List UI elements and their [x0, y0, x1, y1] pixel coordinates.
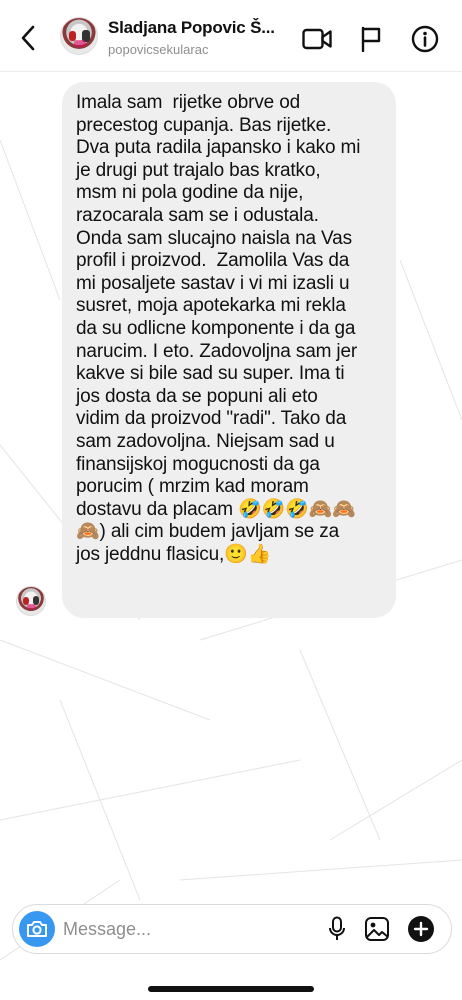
flag-icon [361, 26, 381, 52]
camera-button[interactable] [19, 911, 55, 947]
contact-username: popovicsekularac [108, 42, 209, 57]
plus-icon [408, 916, 434, 942]
back-button[interactable] [14, 22, 42, 54]
report-button[interactable] [356, 24, 386, 54]
camera-icon [27, 921, 47, 937]
info-icon [411, 25, 439, 53]
sender-avatar[interactable] [16, 586, 46, 616]
message-bubble[interactable]: Imala sam rijetke obrve od precestog cup… [62, 82, 396, 618]
message-text: Imala sam rijetke obrve od precestog cup… [76, 92, 361, 565]
message-input[interactable] [63, 915, 313, 943]
microphone-icon [329, 916, 345, 940]
home-indicator [148, 986, 314, 992]
gallery-button[interactable] [363, 915, 391, 943]
video-call-icon [302, 28, 332, 50]
chevron-left-icon [21, 25, 35, 51]
contact-avatar[interactable] [60, 17, 98, 55]
gallery-icon [365, 917, 389, 941]
contact-name: Sladjana Popovic Š... [108, 18, 275, 37]
video-call-button[interactable] [302, 24, 332, 54]
conversation-header: Sladjana Popovic Š... popovicsekularac [0, 0, 462, 72]
contact-title[interactable]: Sladjana Popovic Š... popovicsekularac [108, 18, 298, 57]
message-composer [12, 904, 452, 954]
more-options-button[interactable] [407, 915, 435, 943]
voice-message-button[interactable] [323, 915, 351, 943]
info-button[interactable] [410, 24, 440, 54]
